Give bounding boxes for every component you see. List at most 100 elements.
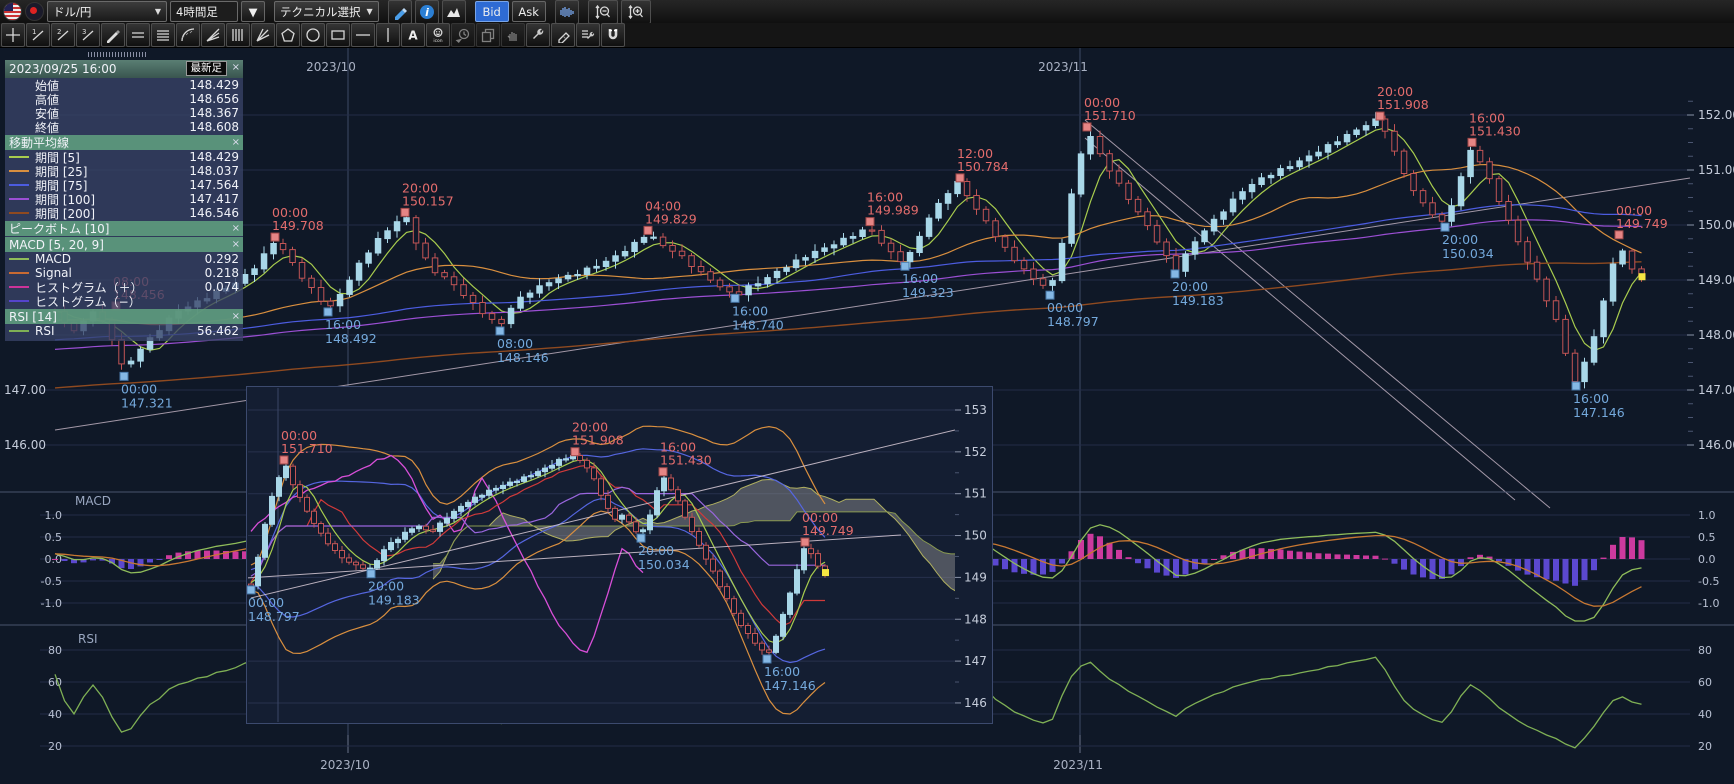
trendline3-icon: 3 <box>80 27 96 43</box>
crosshair-tool[interactable] <box>1 23 25 47</box>
trendline2-tool[interactable]: 2 <box>51 23 75 47</box>
svg-text:149.749: 149.749 <box>1616 216 1668 231</box>
svg-text:20:00: 20:00 <box>1442 232 1478 247</box>
close-icon[interactable]: × <box>232 310 240 323</box>
chevron-down-icon: ▼ <box>155 7 161 16</box>
hand-icon <box>505 27 521 43</box>
latest-bar-button[interactable]: 最新足 <box>186 61 228 76</box>
svg-text:147.00: 147.00 <box>4 383 46 397</box>
inset-chart-canvas[interactable]: 15315215115014914814714600:00151.71020:0… <box>247 387 992 723</box>
draw-pencil-button[interactable] <box>388 0 412 24</box>
vertical-line-tool[interactable] <box>376 23 400 47</box>
svg-text:40: 40 <box>1698 708 1712 721</box>
ellipse-tool[interactable] <box>301 23 325 47</box>
hlines2-tool[interactable] <box>126 23 150 47</box>
crosshair-icon <box>5 27 21 43</box>
high-value: 148.656 <box>179 92 239 106</box>
hlines4-tool[interactable] <box>151 23 175 47</box>
close-icon[interactable]: × <box>232 238 240 251</box>
trendline1-tool[interactable]: 1 <box>26 23 50 47</box>
eraser-icon <box>555 27 571 43</box>
horizontal-line-tool[interactable] <box>351 23 375 47</box>
svg-text:20: 20 <box>1698 740 1712 753</box>
svg-text:150.157: 150.157 <box>402 193 454 208</box>
two-lines-icon <box>130 27 146 43</box>
svg-text:153: 153 <box>964 403 987 417</box>
pencil-line-tool[interactable] <box>101 23 125 47</box>
trendline3-tool[interactable]: 3 <box>76 23 100 47</box>
svg-text:150: 150 <box>964 529 987 543</box>
eraser-tool[interactable] <box>551 23 575 47</box>
zoom-out-button[interactable] <box>588 0 618 24</box>
timeframe-select[interactable]: 4時間足 <box>170 1 238 22</box>
close-icon[interactable]: × <box>232 222 240 235</box>
settings-wrench-tool[interactable] <box>576 23 600 47</box>
copy-tool[interactable] <box>476 23 500 47</box>
svg-text:149.749: 149.749 <box>802 523 854 538</box>
arc-tool[interactable] <box>176 23 200 47</box>
ask-button[interactable]: Ask <box>512 1 546 22</box>
pentagon-tool[interactable] <box>276 23 300 47</box>
svg-text:16:00: 16:00 <box>764 664 800 679</box>
vertical-lines-tool[interactable] <box>226 23 250 47</box>
svg-text:149.989: 149.989 <box>867 203 919 218</box>
svg-text:151.908: 151.908 <box>572 433 624 448</box>
svg-text:146: 146 <box>964 696 987 710</box>
svg-text:147: 147 <box>964 654 987 668</box>
panel-datetime-header: 2023/09/25 16:00 最新足 × <box>5 60 243 78</box>
bid-label: Bid <box>482 5 500 19</box>
open-value: 148.429 <box>179 78 239 92</box>
svg-text:148: 148 <box>964 612 987 626</box>
timeframe-label: 4時間足 <box>176 4 218 20</box>
svg-text:3: 3 <box>82 28 86 36</box>
close-label: 終値 <box>35 119 179 136</box>
svg-text:0.5: 0.5 <box>45 531 63 544</box>
svg-text:148.492: 148.492 <box>325 331 377 346</box>
svg-text:0.0: 0.0 <box>1698 553 1716 566</box>
inset-chart-window[interactable]: 15315215115014914814714600:00151.71020:0… <box>246 386 993 724</box>
zoom-in-button[interactable] <box>621 0 651 24</box>
rectangle-tool[interactable] <box>326 23 350 47</box>
pencil-icon <box>392 4 408 20</box>
close-icon[interactable]: × <box>232 61 240 74</box>
chart-type-button[interactable] <box>442 0 466 24</box>
chevron-down-icon: ▼ <box>367 7 373 16</box>
panel-drag-handle[interactable] <box>88 52 146 57</box>
gann-fan-tool[interactable] <box>251 23 275 47</box>
svg-text:1: 1 <box>32 28 36 36</box>
gann-fan-icon <box>255 27 271 43</box>
zoom-in-icon <box>628 4 644 20</box>
svg-text:icon: icon <box>433 38 442 43</box>
bid-button[interactable]: Bid <box>475 1 509 22</box>
info-icon: i <box>419 4 435 20</box>
close-value: 148.608 <box>179 120 239 134</box>
hand-tool[interactable] <box>501 23 525 47</box>
icon-stamp-tool[interactable]: icon <box>426 23 450 47</box>
history-tool[interactable] <box>451 23 475 47</box>
close-icon[interactable]: × <box>232 136 240 149</box>
magnet-tool[interactable] <box>601 23 625 47</box>
svg-text:147.00: 147.00 <box>1698 383 1734 397</box>
technical-select-button[interactable]: テクニカル選択 ▼ <box>274 1 379 22</box>
svg-text:0.5: 0.5 <box>1698 531 1716 544</box>
svg-text:20: 20 <box>48 740 62 753</box>
trendline1-icon: 1 <box>30 27 46 43</box>
svg-text:148.146: 148.146 <box>497 350 549 365</box>
symbol-select[interactable]: ドル/円 ▼ <box>47 1 167 22</box>
us-flag-icon <box>3 2 22 21</box>
timeframe-dropdown-button[interactable]: ▼ <box>241 1 265 22</box>
tick-chart-button[interactable] <box>555 0 579 24</box>
svg-text:-1.0: -1.0 <box>41 597 62 610</box>
chevron-down-icon: ▼ <box>249 5 258 19</box>
info-button[interactable]: i <box>415 0 439 24</box>
wrench-tool[interactable] <box>526 23 550 47</box>
text-tool[interactable]: A <box>401 23 425 47</box>
svg-text:148.740: 148.740 <box>732 317 784 332</box>
svg-text:152: 152 <box>964 445 987 459</box>
svg-text:-0.5: -0.5 <box>1698 575 1719 588</box>
svg-text:147.146: 147.146 <box>1573 405 1625 420</box>
clock-icon <box>455 27 471 43</box>
svg-text:148.00: 148.00 <box>1698 328 1734 342</box>
fan-lines-tool[interactable] <box>201 23 225 47</box>
svg-text:151.710: 151.710 <box>1084 108 1136 123</box>
